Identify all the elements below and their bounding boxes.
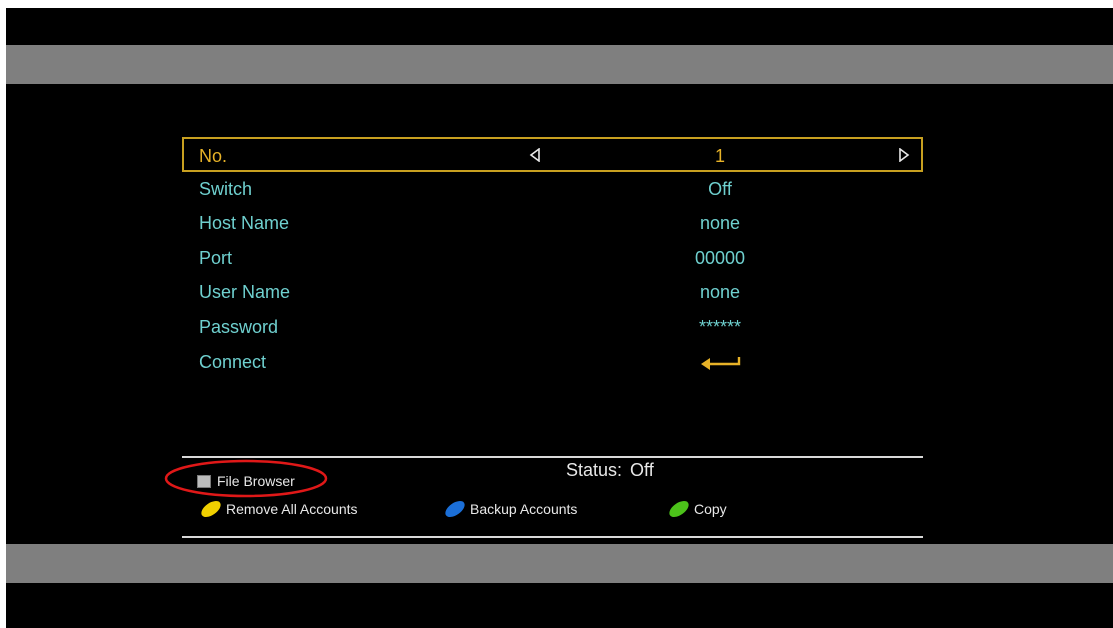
menu-row-password[interactable]: Password ****** (182, 310, 923, 345)
menu-row-port[interactable]: Port 00000 (182, 241, 923, 276)
green-key-icon (669, 500, 689, 517)
menu-row-label: Connect (199, 351, 267, 372)
menu-row-label: User Name (199, 282, 291, 303)
menu-row-label: Port (199, 247, 233, 268)
status-value: Off (630, 460, 654, 480)
right-arrow-icon[interactable] (898, 148, 910, 162)
blue-key-icon (445, 500, 465, 517)
highlight-ellipse-annotation (164, 459, 328, 498)
menu-row-connect[interactable]: Connect (182, 345, 923, 380)
account-settings-menu: No. 1 Switch Off Host Name none Port 000… (182, 137, 923, 379)
copy-label: Copy (694, 501, 727, 517)
menu-row-value: 1 (714, 146, 725, 166)
menu-row-label: Host Name (199, 213, 290, 234)
menu-row-value: ****** (698, 316, 742, 337)
status-label: Status: (566, 460, 623, 480)
enter-arrow-icon[interactable] (699, 355, 743, 371)
yellow-key-icon (201, 500, 221, 517)
copy-key[interactable]: Copy (668, 500, 727, 518)
menu-row-value: 00000 (694, 247, 746, 268)
menu-row-value: none (699, 282, 741, 303)
divider-top (182, 456, 923, 458)
left-arrow-icon[interactable] (529, 148, 541, 162)
divider-bottom (182, 536, 923, 538)
menu-row-switch[interactable]: Switch Off (182, 172, 923, 207)
backup-accounts-label: Backup Accounts (470, 501, 578, 517)
remove-all-accounts-key[interactable]: Remove All Accounts (200, 500, 358, 518)
letterbox-bar-bottom (6, 544, 1113, 583)
menu-row-label: Password (199, 316, 279, 337)
menu-row-number[interactable]: No. 1 (182, 137, 923, 172)
menu-row-label: Switch (199, 178, 253, 199)
remove-all-accounts-label: Remove All Accounts (226, 501, 358, 517)
menu-row-value: none (699, 213, 741, 234)
menu-row-host-name[interactable]: Host Name none (182, 206, 923, 241)
status-readout: Status: Off (566, 460, 654, 481)
menu-row-user-name[interactable]: User Name none (182, 275, 923, 310)
backup-accounts-key[interactable]: Backup Accounts (444, 500, 577, 518)
letterbox-bar-top (6, 45, 1113, 84)
menu-row-label: No. (199, 146, 228, 166)
menu-row-value: Off (708, 178, 732, 199)
